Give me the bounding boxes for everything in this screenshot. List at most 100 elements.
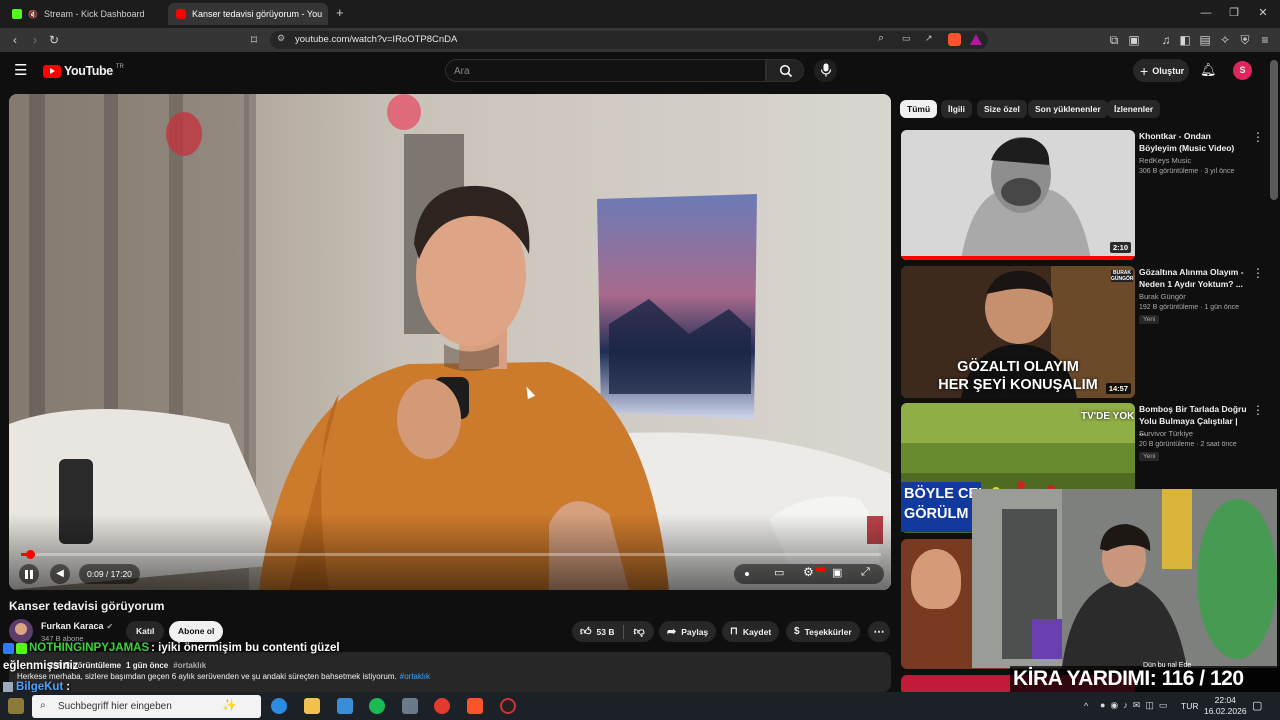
pause-button[interactable]	[19, 564, 39, 584]
sidebar-icon[interactable]: ◧	[1177, 33, 1193, 47]
wallet-icon[interactable]: ▤	[1197, 33, 1213, 47]
screenshot-icon[interactable]: ▣	[1126, 33, 1142, 47]
menu-icon[interactable]: ≡	[1257, 33, 1273, 47]
restore-icon[interactable]: ❐	[1226, 6, 1242, 20]
tab-kick-dashboard[interactable]: 🔇 Stream - Kick Dashboard	[4, 3, 166, 25]
tab-youtube-video[interactable]: Kanser tedavisi görüyorum - You ✕	[168, 3, 328, 25]
chat-message: NOTHINGINPYJAMAS : iyiki önermişim bu co…	[3, 642, 340, 654]
chip-related[interactable]: İlgili	[941, 100, 972, 118]
address-bar[interactable]: ⚙ youtube.com/watch?v=IRoOTP8CnDA ⌕ ▭ ↗	[270, 31, 988, 49]
chip-recently-uploaded[interactable]: Son yüklenenler	[1028, 100, 1108, 118]
brave-icon[interactable]	[467, 698, 483, 714]
kebab-menu-icon[interactable]: ⋮	[1252, 131, 1264, 143]
kebab-menu-icon[interactable]: ⋮	[1252, 404, 1264, 416]
site-info-icon[interactable]: ⚙	[277, 33, 285, 44]
brave-rewards-icon[interactable]	[970, 34, 982, 45]
system-tray-icons[interactable]: ●◉♪✉◫▭	[1100, 700, 1172, 711]
chip-watched[interactable]: İzlenenler	[1107, 100, 1161, 118]
recommendation-thumbnail[interactable]: 2:10	[901, 130, 1135, 260]
minimize-icon[interactable]: —	[1198, 6, 1214, 20]
recommendation-thumbnail[interactable]: BURAK GÜNGÖR GÖZALTI OLAYIM HER ŞEYİ KONU…	[901, 266, 1135, 398]
recommendation-channel[interactable]: Survivor Türkiye	[1139, 429, 1193, 438]
spotify-icon[interactable]	[369, 698, 385, 714]
media-icon[interactable]: ♫	[1158, 33, 1174, 47]
description-tag[interactable]: #ortaklık	[173, 661, 206, 670]
close-window-icon[interactable]: ✕	[1255, 6, 1271, 20]
subscribe-button[interactable]: Abone ol	[169, 621, 224, 642]
description-link[interactable]: #ortaklık	[400, 672, 430, 681]
browser-toolbar: ‹ › ↻ ⌑ ⚙ youtube.com/watch?v=IRoOTP8CnD…	[0, 28, 1280, 52]
avatar[interactable]: S	[1233, 61, 1252, 80]
create-button[interactable]: + Oluştur	[1133, 59, 1189, 82]
channel-name[interactable]: Furkan Karaca	[41, 621, 104, 631]
zoom-icon[interactable]: ⌕	[878, 32, 884, 45]
description-box[interactable]: 298 B görüntüleme 1 gün önce #ortaklık H…	[9, 652, 891, 692]
youtube-logo[interactable]: YouTube TR	[43, 64, 124, 78]
player-right-controls: ▭ ⚙ ▣ ⤢	[734, 564, 884, 584]
extensions-icon[interactable]: ⧉	[1106, 33, 1122, 47]
search-box[interactable]	[445, 59, 766, 82]
autoplay-toggle[interactable]	[742, 569, 752, 579]
recommendation-channel[interactable]: Burak Güngör	[1139, 292, 1186, 301]
settings-gear-icon[interactable]: ⚙	[803, 565, 814, 579]
bookmark-icon[interactable]: ⌑	[246, 33, 262, 47]
thumbs-up-icon[interactable]: 👍︎	[580, 625, 592, 638]
notifications-bell-icon[interactable]: 🔔︎	[1200, 62, 1217, 78]
chip-all[interactable]: Tümü	[900, 100, 938, 118]
obs-icon[interactable]	[500, 698, 516, 714]
save-button[interactable]: ⊓ Kaydet	[722, 621, 780, 642]
share-icon[interactable]: ↗	[925, 33, 933, 44]
start-widget-icon[interactable]	[8, 698, 24, 714]
edge-icon[interactable]	[271, 698, 287, 714]
back-icon[interactable]: ‹	[7, 33, 23, 47]
notification-center-icon[interactable]: ▢	[1252, 699, 1262, 712]
vpn-icon[interactable]: ⛨	[1237, 33, 1253, 47]
forward-icon[interactable]: ›	[27, 33, 43, 47]
page-scrollbar[interactable]	[1270, 60, 1278, 200]
leo-ai-icon[interactable]: ✧	[1217, 33, 1233, 47]
subtitles-icon[interactable]: ▭	[774, 566, 784, 579]
volume-icon[interactable]: ◀	[50, 564, 70, 584]
muted-icon: 🔇	[28, 9, 38, 19]
language-indicator[interactable]: TUR	[1181, 701, 1198, 711]
duration-badge: 2:10	[1109, 242, 1131, 253]
reload-icon[interactable]: ↻	[46, 33, 62, 47]
recommendation-channel[interactable]: RedKeys Music	[1139, 156, 1191, 165]
join-button[interactable]: Katıl	[126, 621, 165, 642]
cast-icon[interactable]: ▭	[902, 33, 911, 44]
more-actions-button[interactable]: ⋯	[868, 621, 890, 642]
channel-avatar[interactable]	[9, 619, 33, 643]
clock[interactable]: 22:04 16.02.2026	[1204, 695, 1247, 717]
video-player[interactable]: ◀ 0:09 / 17:20 ▭ ⚙ ▣ ⤢	[9, 94, 891, 590]
tray-chevron-icon[interactable]: ^	[1084, 701, 1088, 711]
new-tab-button[interactable]: +	[336, 5, 344, 20]
plus-icon: +	[1140, 62, 1149, 79]
like-count[interactable]: 53 B	[597, 627, 615, 637]
search-input[interactable]	[454, 64, 754, 78]
recommendation-title[interactable]: Gözaltına Alınma Olayım - Neden 1 Aydır …	[1139, 267, 1247, 290]
recommendation-title[interactable]: Khontkar - Ondan Böyleyim (Music Video)	[1139, 131, 1247, 154]
hamburger-menu-icon[interactable]: ☰	[14, 63, 27, 78]
kebab-menu-icon[interactable]: ⋮	[1252, 267, 1264, 279]
store-icon[interactable]	[337, 698, 353, 714]
chrome-icon[interactable]	[434, 698, 450, 714]
search-icon	[779, 64, 793, 78]
chat-badge-icon	[3, 642, 14, 654]
voice-search-button[interactable]	[814, 59, 837, 82]
taskbar-search[interactable]: ⌕ Suchbegriff hier eingeben ✨	[32, 695, 261, 718]
file-explorer-icon[interactable]	[304, 698, 320, 714]
search-button[interactable]	[766, 59, 804, 82]
new-badge: Yeni	[1139, 315, 1160, 324]
chip-for-you[interactable]: Size özel	[977, 100, 1027, 118]
video-title: Kanser tedavisi görüyorum	[9, 599, 165, 613]
theater-mode-icon[interactable]: ▣	[832, 566, 842, 579]
share-button[interactable]: ➦ Paylaş	[659, 621, 717, 642]
calculator-icon[interactable]	[402, 698, 418, 714]
brave-shields-icon[interactable]	[948, 33, 961, 46]
fullscreen-icon[interactable]: ⤢	[861, 566, 870, 579]
thanks-button[interactable]: $ Teşekkürler	[786, 621, 860, 642]
new-badge: Yeni	[1139, 452, 1160, 461]
scrubber-handle[interactable]	[26, 550, 35, 559]
progress-bar[interactable]	[21, 550, 881, 559]
thumbs-down-icon[interactable]: 👎︎	[633, 625, 644, 638]
